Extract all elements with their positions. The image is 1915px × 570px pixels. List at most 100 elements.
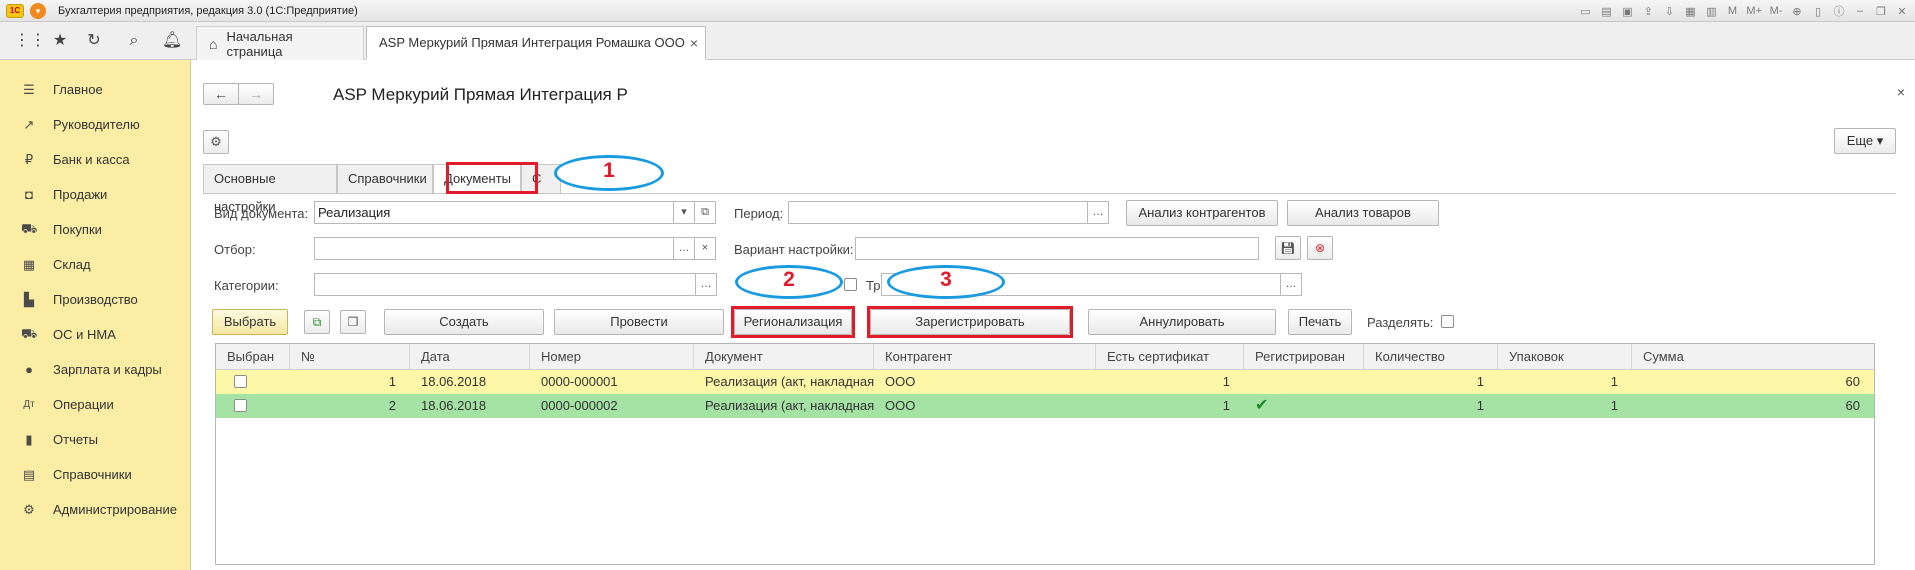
search-icon[interactable]: ⌕ <box>124 31 144 51</box>
column-header[interactable]: Номер <box>530 344 694 370</box>
save-variant-icon[interactable]: 💾︎ <box>1275 236 1301 260</box>
categories-input[interactable] <box>314 273 696 296</box>
duplicate-icon[interactable]: ❐ <box>340 310 366 334</box>
categories-select-icon[interactable]: … <box>695 273 717 296</box>
select-button[interactable]: Выбрать <box>212 309 288 335</box>
cart-icon: ⛟ <box>21 220 38 236</box>
sidebar-item-purchases[interactable]: ⛟ Покупки <box>0 212 191 247</box>
form-close-icon[interactable]: × <box>1897 84 1905 100</box>
doc-type-open-icon[interactable]: ⧉ <box>694 201 716 224</box>
filter-select-icon[interactable]: … <box>673 237 695 260</box>
sidebar-item-label: Руководителю <box>53 117 140 132</box>
row-select-checkbox[interactable] <box>234 375 247 388</box>
row-sum: 60 <box>1845 398 1860 413</box>
info-icon[interactable]: ⓘ <box>1832 3 1846 19</box>
settings-gear-button[interactable]: ⚙ <box>203 130 229 154</box>
preview-icon[interactable]: ▣ <box>1620 5 1634 18</box>
calendar-icon[interactable]: ▦ <box>1683 5 1697 18</box>
tr-select-icon[interactable]: … <box>1280 273 1302 296</box>
save-icon[interactable]: ▭ <box>1578 5 1592 18</box>
print-button[interactable]: Печать <box>1288 309 1352 335</box>
form-title: ASP Меркурий Прямая Интеграция Р <box>333 85 628 104</box>
favorites-star-icon[interactable]: ★ <box>50 31 70 51</box>
calculator-icon[interactable]: ▥ <box>1704 5 1718 18</box>
memory-minus-button[interactable]: M- <box>1769 5 1783 17</box>
column-header[interactable]: Контрагент <box>874 344 1096 370</box>
tab-documents[interactable]: Документы <box>433 164 521 194</box>
post-button[interactable]: Провести <box>554 309 724 335</box>
filter-clear-icon[interactable]: × <box>694 237 716 260</box>
apps-grid-icon[interactable]: ⋮⋮ <box>14 31 46 51</box>
column-header[interactable]: Регистрирован <box>1244 344 1364 370</box>
table-row[interactable]: 2 18.06.2018 0000-000002 Реализация (акт… <box>216 394 1874 418</box>
create-button[interactable]: Создать <box>384 309 544 335</box>
tab-close-icon[interactable]: × <box>690 35 698 51</box>
tab-basic-settings[interactable]: Основные настройки <box>203 164 337 214</box>
tab-other[interactable]: С <box>521 164 561 194</box>
panels-icon[interactable]: ▯ <box>1811 5 1825 18</box>
sidebar-item-label: ОС и НМА <box>53 327 116 342</box>
tr-checkbox[interactable] <box>844 278 857 291</box>
sidebar-item-production[interactable]: ▙ Производство <box>0 282 191 317</box>
copy-green-icon[interactable]: ⧉ <box>304 310 330 334</box>
memory-m-button[interactable]: M <box>1725 5 1739 17</box>
column-header[interactable]: Дата <box>410 344 530 370</box>
sidebar-item-catalogs[interactable]: ▤ Справочники <box>0 457 191 492</box>
column-header[interactable]: Есть сертификат <box>1096 344 1244 370</box>
sidebar-item-reports[interactable]: ▮ Отчеты <box>0 422 191 457</box>
period-select-icon[interactable]: … <box>1087 201 1109 224</box>
sidebar-item-fixed-assets[interactable]: ⛟ ОС и НМА <box>0 317 191 352</box>
chart-icon: ↗ <box>23 116 35 132</box>
tab-asp-mercury[interactable]: ASP Меркурий Прямая Интеграция Ромашка О… <box>366 26 706 60</box>
analysis-goods-button[interactable]: Анализ товаров <box>1287 200 1439 226</box>
tr-input[interactable] <box>881 273 1281 296</box>
back-button[interactable]: ← <box>203 83 239 105</box>
tab-home[interactable]: ⌂ Начальная страница <box>196 26 364 60</box>
sidebar-item-sales[interactable]: ◘ Продажи <box>0 177 191 212</box>
restore-icon[interactable]: ❐ <box>1874 5 1888 18</box>
memory-plus-button[interactable]: M+ <box>1746 5 1762 17</box>
close-icon[interactable]: ✕ <box>1895 5 1909 18</box>
sidebar-item-main[interactable]: ☰ Главное <box>0 72 191 107</box>
sidebar-item-operations[interactable]: Дт Операции <box>0 387 191 422</box>
doc-type-input[interactable]: Реализация <box>314 201 674 224</box>
tab-catalogs[interactable]: Справочники <box>337 164 433 194</box>
forward-button[interactable]: → <box>238 83 274 105</box>
history-icon[interactable]: ↻ <box>84 31 104 51</box>
sidebar-item-salary[interactable]: ● Зарплата и кадры <box>0 352 191 387</box>
column-header[interactable]: Документ <box>694 344 874 370</box>
column-header[interactable]: № <box>290 344 410 370</box>
period-input[interactable] <box>788 201 1088 224</box>
doc-type-dropdown-icon[interactable]: ▾ <box>673 201 695 224</box>
main-menu-icon[interactable]: ▾ <box>30 2 46 19</box>
column-header[interactable]: Упаковок <box>1498 344 1632 370</box>
sidebar-item-manager[interactable]: ↗ Руководителю <box>0 107 191 142</box>
regionalize-button[interactable]: Регионализация <box>734 309 852 335</box>
row-contragent: ООО <box>885 374 916 389</box>
cancel-document-button[interactable]: Аннулировать <box>1088 309 1276 335</box>
row-contragent: ООО <box>885 398 916 413</box>
column-header[interactable]: Количество <box>1364 344 1498 370</box>
table-row[interactable]: 1 18.06.2018 0000-000001 Реализация (акт… <box>216 370 1874 394</box>
upload-icon[interactable]: ⇪ <box>1641 5 1655 18</box>
split-checkbox[interactable] <box>1441 315 1454 328</box>
analysis-contragents-button[interactable]: Анализ контрагентов <box>1126 200 1278 226</box>
delete-variant-icon[interactable]: ⊗ <box>1307 236 1333 260</box>
download-icon[interactable]: ⇩ <box>1662 5 1676 18</box>
minimize-icon[interactable]: – <box>1853 5 1867 17</box>
zoom-icon[interactable]: ⊕ <box>1790 5 1804 18</box>
sidebar-item-administration[interactable]: ⚙ Администрирование <box>0 492 191 527</box>
bar-chart-icon: ▮ <box>25 431 33 447</box>
notifications-bell-icon[interactable]: 🔔︎ <box>162 31 182 51</box>
filter-input[interactable] <box>314 237 674 260</box>
register-button[interactable]: Зарегистрировать <box>870 309 1070 335</box>
sidebar-item-bank[interactable]: ₽ Банк и касса <box>0 142 191 177</box>
more-button[interactable]: Еще ▾ <box>1834 128 1896 154</box>
column-header[interactable]: Выбран <box>216 344 290 370</box>
row-date: 18.06.2018 <box>421 398 487 413</box>
sidebar-item-warehouse[interactable]: ▦ Склад <box>0 247 191 282</box>
row-select-checkbox[interactable] <box>234 399 247 412</box>
column-header[interactable]: Сумма <box>1632 344 1874 370</box>
variant-input[interactable] <box>855 237 1259 260</box>
print-icon[interactable]: ▤ <box>1599 5 1613 18</box>
